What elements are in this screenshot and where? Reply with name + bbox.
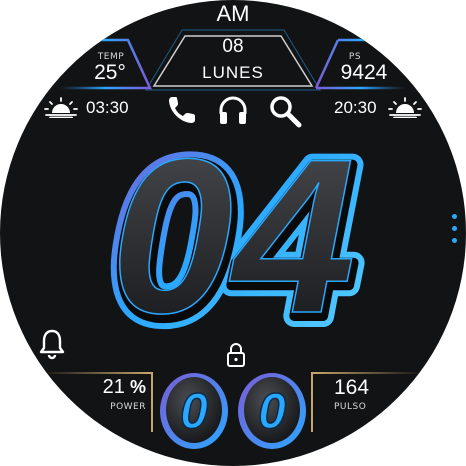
sunrise-time: 03:30 (86, 98, 129, 117)
battery-value: 21 (102, 376, 125, 398)
seconds-digit-1: 0 (160, 373, 228, 449)
steps-value[interactable]: 9424 (324, 61, 404, 85)
bell-icon[interactable] (38, 328, 66, 360)
hours-value: 04 (111, 118, 356, 348)
day-number: 08 (222, 36, 244, 57)
battery-value-group[interactable]: 21 % (76, 376, 146, 399)
heart-rate-label: PULSO (334, 402, 367, 412)
svg-text:0: 0 (258, 383, 286, 439)
sunrise-icon (44, 97, 78, 118)
watch-face: AM 08 LUNES TEMP 25° PS 9424 03:30 20:30 (0, 0, 466, 466)
seconds-display: 0 0 (160, 373, 306, 449)
seconds-digit-2: 0 (238, 373, 306, 449)
sunset-time: 20:30 (334, 98, 377, 117)
sunset-icon (388, 97, 422, 118)
dots-menu-icon[interactable] (452, 214, 457, 243)
battery-label: POWER (110, 402, 146, 412)
temp-value[interactable]: 25° (78, 61, 142, 85)
ampm-indicator: AM (216, 1, 250, 26)
weekday-label: LUNES (202, 63, 264, 82)
lock-icon[interactable] (225, 342, 247, 368)
hours-display[interactable]: 04 04 04 (50, 118, 420, 348)
svg-text:0: 0 (180, 383, 208, 439)
heart-rate-value[interactable]: 164 (320, 376, 404, 400)
battery-unit: % (129, 377, 146, 397)
